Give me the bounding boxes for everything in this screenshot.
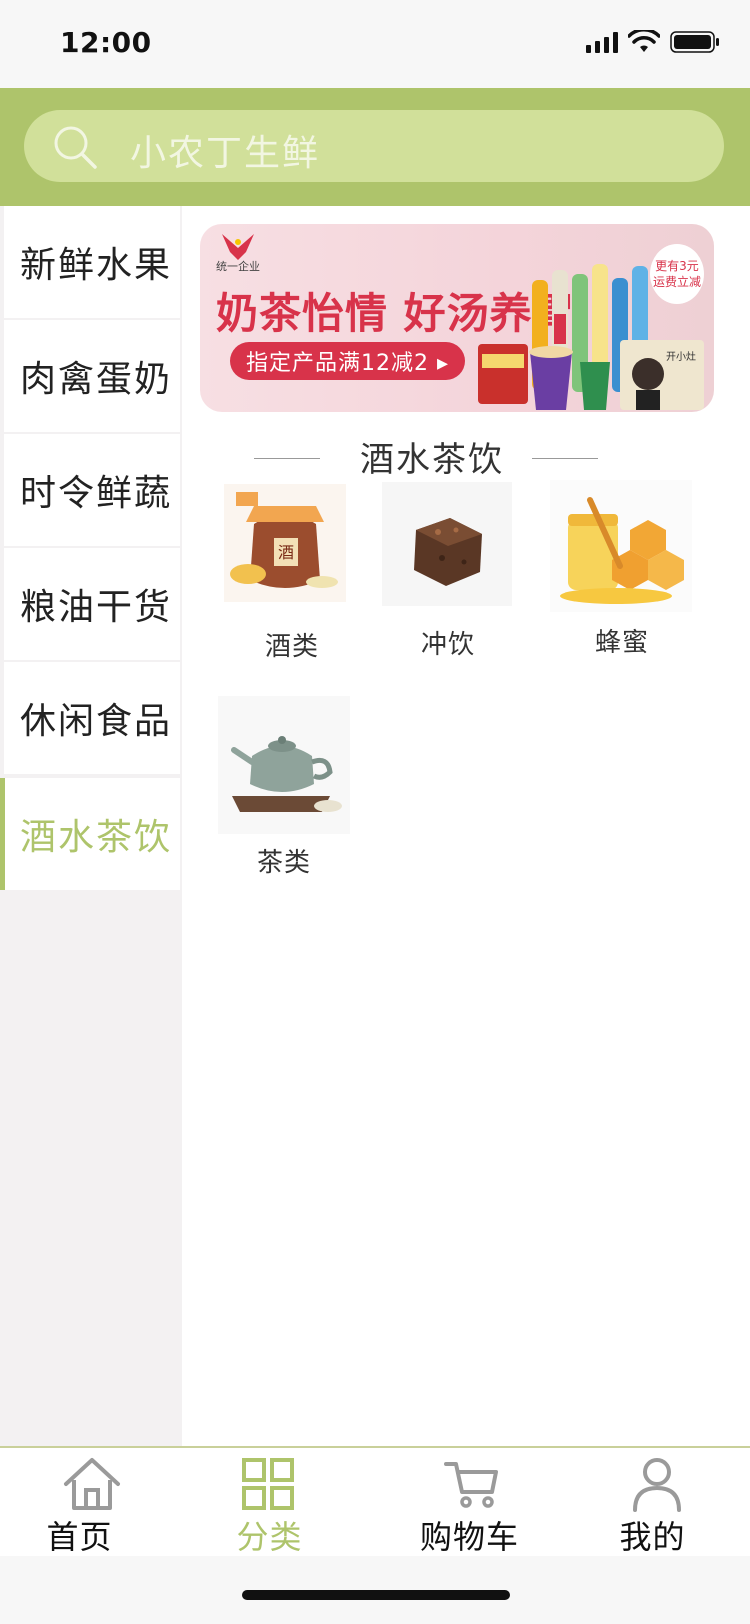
- svg-text:酒: 酒: [278, 543, 294, 562]
- liquor-jar-image: 酒: [224, 484, 346, 602]
- search-icon: [54, 126, 97, 169]
- cellular-signal-icon: [586, 31, 618, 53]
- banner-shipping-note: 更有3元 运费立减: [650, 244, 704, 304]
- svg-text:开小灶: 开小灶: [666, 350, 696, 363]
- tab-profile[interactable]: 我的: [563, 1448, 750, 1558]
- promo-banner[interactable]: 统一企业 奶茶怡情 好汤养胃 指定产品满12减2 ▸ 开小灶 更有3元 运费立减: [200, 224, 714, 412]
- category-label: 酒类: [264, 632, 319, 662]
- tab-label: 首页: [46, 1518, 113, 1556]
- tab-category[interactable]: 分类: [176, 1448, 363, 1558]
- status-bar: 12:00: [0, 0, 750, 88]
- category-label: 茶类: [256, 848, 311, 878]
- sidebar-item-label: 肉禽蛋奶: [20, 359, 173, 400]
- sidebar-item-label: 酒水茶饮: [20, 817, 173, 858]
- tab-label: 我的: [619, 1518, 686, 1556]
- wifi-icon: [628, 30, 660, 52]
- banner-promo-pill: 指定产品满12减2 ▸: [230, 342, 466, 380]
- category-item-liquor[interactable]: 酒 酒类: [210, 484, 370, 664]
- teapot-image: [218, 696, 350, 834]
- battery-icon: [670, 31, 719, 53]
- banner-note-line: 运费立减: [652, 275, 701, 289]
- search-header: 小农丁生鲜: [0, 88, 750, 206]
- category-content: 统一企业 奶茶怡情 好汤养胃 指定产品满12减2 ▸ 开小灶 更有3元 运费立减: [182, 206, 750, 1446]
- category-sidebar: 新鲜水果 肉禽蛋奶 时令鲜蔬 粮油干货 休闲食品 酒水茶饮: [0, 206, 182, 1446]
- tab-cart[interactable]: 购物车: [376, 1448, 563, 1558]
- honey-image: [550, 480, 692, 612]
- sidebar-item-seasonal-veg[interactable]: 时令鲜蔬: [4, 434, 180, 546]
- brown-sugar-cube-image: [382, 482, 512, 606]
- sidebar-item-fresh-fruit[interactable]: 新鲜水果: [4, 206, 180, 318]
- banner-brand: 统一企业: [216, 260, 260, 273]
- sidebar-item-meat-egg-milk[interactable]: 肉禽蛋奶: [4, 320, 180, 432]
- tab-label: 分类: [236, 1518, 303, 1556]
- category-item-honey[interactable]: 蜂蜜: [550, 480, 710, 660]
- search-input[interactable]: 小农丁生鲜: [24, 110, 724, 182]
- tab-label: 购物车: [419, 1518, 519, 1556]
- home-indicator[interactable]: [242, 1590, 510, 1600]
- search-placeholder: 小农丁生鲜: [130, 133, 321, 174]
- sidebar-item-grain-oil[interactable]: 粮油干货: [4, 548, 180, 660]
- section-divider-right: [532, 458, 598, 459]
- sidebar-item-label: 新鲜水果: [20, 245, 173, 286]
- category-grid-icon: [242, 1458, 294, 1510]
- category-label: 冲饮: [420, 630, 475, 660]
- status-time: 12:00: [60, 26, 152, 59]
- home-indicator-area: [0, 1556, 750, 1624]
- category-item-tea[interactable]: 茶类: [218, 696, 378, 878]
- tab-home[interactable]: 首页: [0, 1448, 187, 1558]
- user-icon: [633, 1458, 681, 1512]
- bottom-tabbar: 首页 分类 购物车 我的: [0, 1446, 750, 1556]
- status-icons: [586, 30, 720, 54]
- cart-icon: [444, 1462, 498, 1508]
- sidebar-item-snacks[interactable]: 休闲食品: [4, 662, 180, 774]
- sidebar-item-drinks-tea[interactable]: 酒水茶饮: [0, 778, 180, 890]
- sidebar-item-label: 时令鲜蔬: [20, 473, 173, 514]
- sidebar-item-label: 休闲食品: [20, 701, 173, 742]
- section-title: 酒水茶饮: [360, 440, 504, 480]
- category-item-instant-drinks[interactable]: 冲饮: [382, 482, 542, 662]
- banner-note-line: 更有3元: [655, 259, 699, 273]
- home-icon: [64, 1458, 120, 1510]
- sidebar-item-label: 粮油干货: [20, 587, 173, 628]
- category-label: 蜂蜜: [594, 628, 649, 658]
